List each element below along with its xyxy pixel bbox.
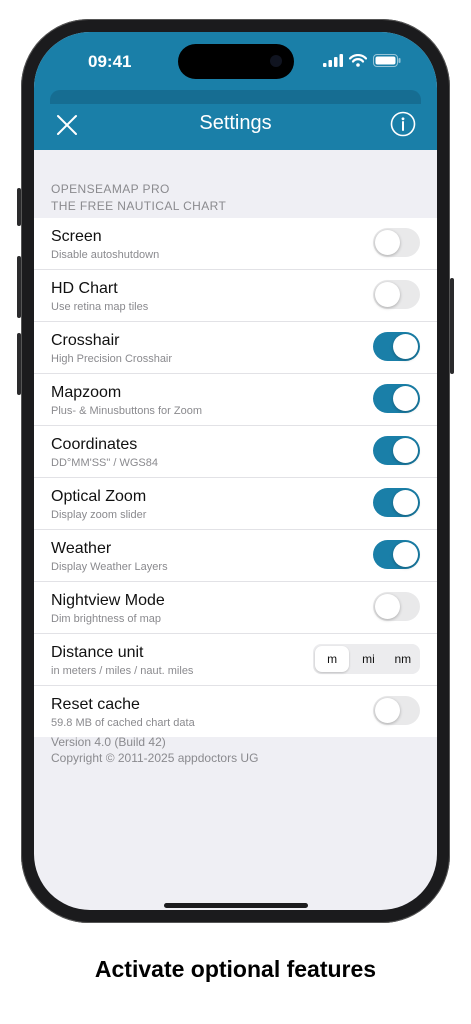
setting-title: HD Chart xyxy=(51,280,118,297)
phone-volume-up-button xyxy=(17,256,21,318)
home-indicator[interactable] xyxy=(164,903,308,908)
toggle-knob xyxy=(393,438,418,463)
setting-row-coordinates: Coordinates DD°MM'SS" / WGS84 xyxy=(34,426,437,478)
setting-title: Weather xyxy=(51,540,112,557)
toggle-knob xyxy=(375,282,400,307)
signal-icon xyxy=(323,53,343,67)
setting-row-mapzoom: Mapzoom Plus- & Minusbuttons for Zoom xyxy=(34,374,437,426)
version-text: Version 4.0 (Build 42) xyxy=(51,735,166,749)
segment-nautical-miles[interactable]: nm xyxy=(386,644,420,674)
navigation-bar: 09:41 Settings xyxy=(34,32,437,150)
copyright-text: Copyright © 2011-2025 appdoctors UG xyxy=(51,751,259,765)
toggle-knob xyxy=(375,230,400,255)
coordinates-toggle[interactable] xyxy=(373,436,420,465)
setting-subtitle: High Precision Crosshair xyxy=(51,353,173,365)
battery-icon xyxy=(373,53,401,67)
setting-subtitle: 59.8 MB of cached chart data xyxy=(51,717,195,729)
segment-miles[interactable]: mi xyxy=(351,644,385,674)
phone-volume-down-button xyxy=(17,333,21,395)
segment-meters[interactable]: m xyxy=(315,646,350,672)
sheet-background-edge xyxy=(50,90,421,104)
status-time: 09:41 xyxy=(88,52,132,71)
setting-row-crosshair: Crosshair High Precision Crosshair xyxy=(34,322,437,374)
setting-title: Reset cache xyxy=(51,696,140,713)
setting-subtitle: in meters / miles / naut. miles xyxy=(51,665,194,677)
setting-title: Crosshair xyxy=(51,332,120,349)
screen-toggle[interactable] xyxy=(373,228,420,257)
setting-row-weather: Weather Display Weather Layers xyxy=(34,530,437,582)
camera-icon xyxy=(270,55,282,67)
setting-title: Nightview Mode xyxy=(51,592,165,609)
setting-subtitle: Plus- & Minusbuttons for Zoom xyxy=(51,405,203,417)
hd-chart-toggle[interactable] xyxy=(373,280,420,309)
page-title: Settings xyxy=(199,112,272,134)
toggle-knob xyxy=(393,542,418,567)
dynamic-island xyxy=(178,44,294,79)
promo-caption: Activate optional features xyxy=(94,956,377,982)
app-screen: 09:41 Settings OPENSEAMAP PRO THE FREE N… xyxy=(34,32,437,910)
info-icon[interactable] xyxy=(390,111,416,137)
toggle-knob xyxy=(393,386,418,411)
settings-group-header: OPENSEAMAP PRO THE FREE NAUTICAL CHART xyxy=(51,181,226,215)
setting-row-reset-cache: Reset cache 59.8 MB of cached chart data xyxy=(34,686,437,737)
distance-unit-segmented-control: m mi nm xyxy=(313,644,420,674)
setting-row-hd-chart: HD Chart Use retina map tiles xyxy=(34,270,437,322)
setting-subtitle: Display zoom slider xyxy=(51,509,147,521)
setting-title: Mapzoom xyxy=(51,384,122,401)
setting-title: Screen xyxy=(51,228,102,245)
toggle-knob xyxy=(375,698,400,723)
reset-cache-toggle[interactable] xyxy=(373,696,420,725)
crosshair-toggle[interactable] xyxy=(373,332,420,361)
toggle-knob xyxy=(393,490,418,515)
version-footer: Version 4.0 (Build 42) Copyright © 2011-… xyxy=(51,734,258,766)
weather-toggle[interactable] xyxy=(373,540,420,569)
toggle-knob xyxy=(393,334,418,359)
nightview-mode-toggle[interactable] xyxy=(373,592,420,621)
setting-row-nightview-mode: Nightview Mode Dim brightness of map xyxy=(34,582,437,634)
group-header-line2: THE FREE NAUTICAL CHART xyxy=(51,199,227,213)
phone-action-button xyxy=(17,188,21,226)
setting-subtitle: Disable autoshutdown xyxy=(51,249,160,261)
setting-row-distance-unit: Distance unit in meters / miles / naut. … xyxy=(34,634,437,686)
setting-title: Optical Zoom xyxy=(51,488,147,505)
phone-power-button xyxy=(450,278,454,374)
group-header-line1: OPENSEAMAP PRO xyxy=(51,182,170,196)
setting-subtitle: Use retina map tiles xyxy=(51,301,149,313)
setting-title: Distance unit xyxy=(51,644,144,661)
setting-subtitle: Dim brightness of map xyxy=(51,613,162,625)
setting-row-screen: Screen Disable autoshutdown xyxy=(34,218,437,270)
setting-subtitle: DD°MM'SS" / WGS84 xyxy=(51,457,158,469)
setting-subtitle: Display Weather Layers xyxy=(51,561,168,573)
setting-title: Coordinates xyxy=(51,436,138,453)
setting-row-optical-zoom: Optical Zoom Display zoom slider xyxy=(34,478,437,530)
status-icons xyxy=(323,52,401,68)
wifi-icon xyxy=(349,53,367,67)
settings-list: Screen Disable autoshutdown HD Chart Use… xyxy=(34,218,437,737)
mapzoom-toggle[interactable] xyxy=(373,384,420,413)
optical-zoom-toggle[interactable] xyxy=(373,488,420,517)
toggle-knob xyxy=(375,594,400,619)
